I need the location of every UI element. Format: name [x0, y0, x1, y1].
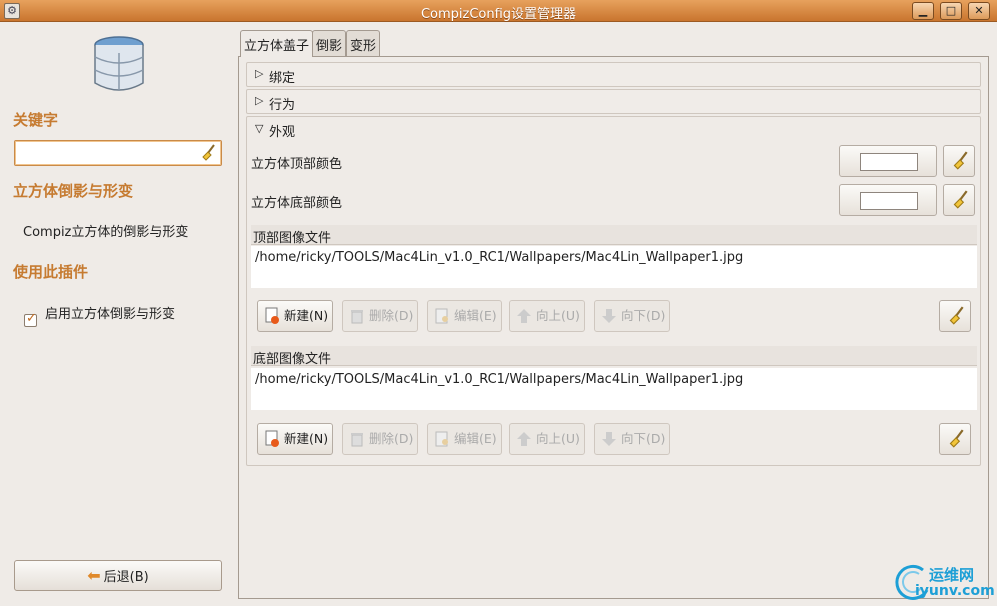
bottom-move-down-button[interactable]: 向下(D)	[594, 423, 671, 455]
bottom-edit-button-label: 编辑(E)	[454, 431, 497, 446]
group-behaviour-label: 行为	[269, 98, 296, 113]
bottom-color-swatch	[860, 192, 918, 210]
new-file-icon	[265, 430, 279, 447]
top-edit-button-label: 编辑(E)	[454, 308, 497, 323]
bottom-new-button[interactable]: 新建(N)	[257, 423, 334, 455]
bottom-images-header: 底部图像文件	[251, 346, 977, 367]
reset-top-images-button[interactable]	[939, 300, 971, 332]
bottom-delete-button[interactable]: 删除(D)	[342, 423, 419, 455]
top-new-button-label: 新建(N)	[284, 308, 329, 323]
title-bar: ⚙ CompizConfig设置管理器 ▁ □ ✕	[0, 0, 997, 22]
left-panel: 关键字 立方体倒影与形变 Compiz立方体的倒影与形变 使用此插件 ✓ 启用立…	[0, 23, 236, 606]
arrow-up-icon	[517, 432, 531, 446]
top-move-down-button[interactable]: 向下(D)	[594, 300, 671, 332]
broom-icon	[949, 429, 964, 448]
broom-icon	[953, 151, 968, 170]
bottom-edit-button[interactable]: 编辑(E)	[427, 423, 502, 455]
expander-collapsed-icon: ▷	[255, 67, 264, 80]
group-bindings-label: 绑定	[269, 71, 296, 86]
edit-icon	[435, 431, 448, 447]
bottom-images-list[interactable]: /home/ricky/TOOLS/Mac4Lin_v1.0_RC1/Wallp…	[251, 368, 977, 410]
broom-icon	[953, 190, 968, 209]
arrow-up-icon	[517, 309, 531, 323]
back-arrow-icon: ⬅	[87, 566, 101, 585]
tab-deformation[interactable]: 变形	[346, 30, 381, 56]
top-delete-button-label: 删除(D)	[369, 308, 414, 323]
checkmark-icon: ✓	[26, 311, 37, 326]
new-file-icon	[265, 307, 279, 324]
filter-box[interactable]	[14, 140, 222, 166]
top-edit-button[interactable]: 编辑(E)	[427, 300, 502, 332]
tab-cube-caps[interactable]: 立方体盖子	[240, 30, 314, 57]
maximize-button[interactable]: □	[940, 2, 962, 20]
use-plugin-heading: 使用此插件	[13, 263, 89, 281]
plugin-heading: 立方体倒影与形变	[13, 182, 134, 200]
filter-input[interactable]	[19, 142, 197, 164]
watermark-line1: 运维网	[929, 566, 975, 584]
list-item[interactable]: /home/ricky/TOOLS/Mac4Lin_v1.0_RC1/Wallp…	[255, 250, 743, 265]
filter-heading: 关键字	[13, 111, 59, 129]
group-appearance-label[interactable]: 外观	[269, 121, 295, 140]
expander-expanded-icon[interactable]: ▽	[255, 122, 263, 135]
edit-icon	[435, 308, 448, 324]
plugin-description: Compiz立方体的倒影与形变	[23, 225, 189, 240]
watermark: 运维网 iyunv.com	[893, 562, 995, 602]
reset-top-color-button[interactable]	[943, 145, 975, 177]
settings-panel: ▷ 绑定 ▷ 行为 ▽ 外观 立方体顶部颜色 立方体底部颜色 顶部图像文件 /h…	[238, 56, 989, 599]
close-button[interactable]: ✕	[968, 2, 990, 20]
top-move-up-button[interactable]: 向上(U)	[509, 300, 585, 332]
bottom-color-button[interactable]	[839, 184, 937, 216]
top-color-label: 立方体顶部颜色	[251, 157, 343, 172]
group-appearance: ▽ 外观 立方体顶部颜色 立方体底部颜色 顶部图像文件 /home/ricky/…	[246, 116, 981, 466]
top-images-list[interactable]: /home/ricky/TOOLS/Mac4Lin_v1.0_RC1/Wallp…	[251, 246, 977, 288]
bottom-color-label: 立方体底部颜色	[251, 196, 343, 211]
back-button-label: 后退(B)	[103, 570, 149, 585]
minimize-button[interactable]: ▁	[912, 2, 934, 20]
reset-bottom-color-button[interactable]	[943, 184, 975, 216]
arrow-down-icon	[602, 432, 616, 446]
clear-broom-icon[interactable]	[199, 144, 217, 162]
top-images-header: 顶部图像文件	[251, 225, 977, 246]
bottom-delete-button-label: 删除(D)	[369, 431, 414, 446]
reset-bottom-images-button[interactable]	[939, 423, 971, 455]
enable-plugin-label: 启用立方体倒影与形变	[45, 307, 176, 322]
expander-collapsed-icon: ▷	[255, 94, 264, 107]
arrow-down-icon	[602, 309, 616, 323]
trash-icon	[351, 433, 363, 447]
back-button[interactable]: ⬅ 后退(B)	[14, 560, 222, 591]
top-delete-button[interactable]: 删除(D)	[342, 300, 419, 332]
bottom-move-up-button[interactable]: 向上(U)	[509, 423, 585, 455]
watermark-line2: iyunv.com	[915, 583, 995, 599]
top-new-button[interactable]: 新建(N)	[257, 300, 334, 332]
list-item[interactable]: /home/ricky/TOOLS/Mac4Lin_v1.0_RC1/Wallp…	[255, 372, 743, 387]
top-color-swatch	[860, 153, 918, 171]
top-move-down-button-label: 向下(D)	[621, 308, 666, 323]
bottom-new-button-label: 新建(N)	[284, 431, 329, 446]
tab-reflection[interactable]: 倒影	[312, 30, 347, 56]
bottom-move-up-button-label: 向上(U)	[536, 431, 580, 446]
bottom-move-down-button-label: 向下(D)	[621, 431, 666, 446]
top-color-button[interactable]	[839, 145, 937, 177]
group-behaviour[interactable]: ▷ 行为	[246, 89, 981, 114]
enable-plugin-checkbox[interactable]: ✓	[24, 311, 37, 327]
database-icon	[94, 36, 144, 91]
trash-icon	[351, 310, 363, 324]
window-title: CompizConfig设置管理器	[420, 7, 577, 22]
group-bindings[interactable]: ▷ 绑定	[246, 62, 981, 87]
broom-icon	[949, 306, 964, 325]
top-move-up-button-label: 向上(U)	[536, 308, 580, 323]
